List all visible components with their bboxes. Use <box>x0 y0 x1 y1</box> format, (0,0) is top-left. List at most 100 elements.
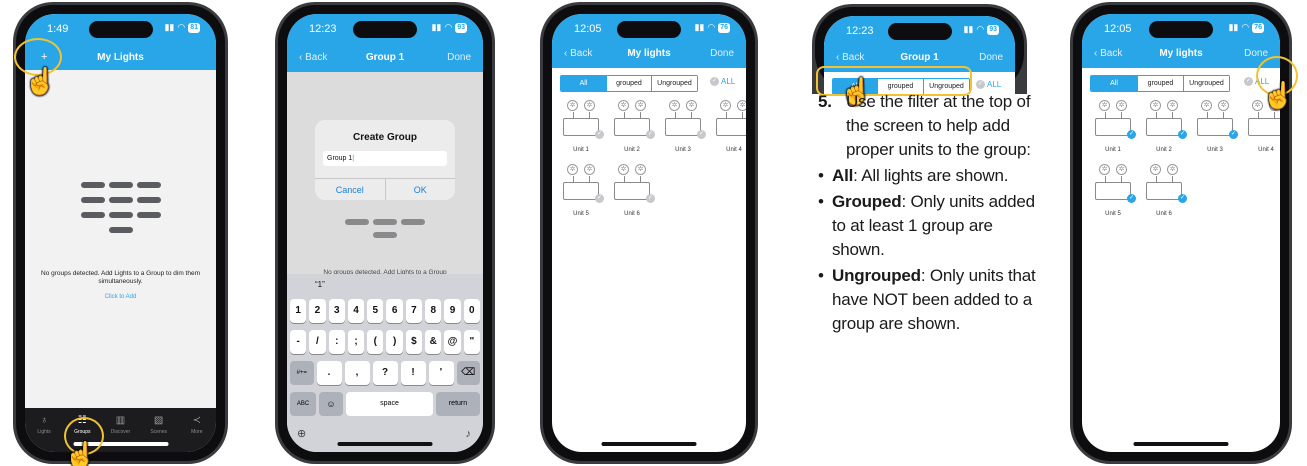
unit-card[interactable]: ✲ ✲ ✓ Unit 1 <box>560 100 610 158</box>
unit-icon <box>563 112 599 136</box>
done-button[interactable]: Done <box>710 48 734 59</box>
check-icon[interactable]: ✓ <box>595 194 604 203</box>
phone-my-lights-all: 12:05 ▮▮ ◠ 76 ‹ Back My lights Done All gr… <box>540 2 758 464</box>
unit-icon <box>563 176 599 200</box>
cancel-button[interactable]: Cancel <box>315 179 386 200</box>
select-all-toggle[interactable]: ✓ ALL <box>710 77 735 86</box>
keyboard-suggestion[interactable]: “1” <box>287 274 483 296</box>
keyboard-key[interactable]: ! <box>400 361 426 385</box>
bulb-icons: ✲ ✲ <box>669 100 697 111</box>
symbols-key[interactable]: #+= <box>290 361 314 385</box>
unit-card[interactable]: ✲ ✲ ✓ Unit 6 <box>611 164 661 222</box>
unit-label: Unit 3 <box>1207 147 1223 153</box>
status-icons: ▮▮ ◠ 81 <box>164 22 200 33</box>
select-all-toggle[interactable]: ✓ ALL <box>976 80 1001 89</box>
bulb-icon: ✲ <box>1218 100 1229 111</box>
keyboard-key[interactable]: / <box>309 330 326 354</box>
abc-key[interactable]: ABC <box>290 392 316 416</box>
bulb-icons: ✲ ✲ <box>567 164 595 175</box>
list-item: All: All lights are shown. <box>818 164 1048 188</box>
ok-button[interactable]: OK <box>386 179 456 200</box>
keyboard-key[interactable]: 5 <box>367 299 384 323</box>
unit-card[interactable]: ✲ ✲ ✓ Unit 2 <box>1143 100 1193 158</box>
keyboard-key[interactable]: " <box>463 330 480 354</box>
unit-card[interactable]: ✲ ✲ ✓ Unit 6 <box>1143 164 1193 222</box>
keyboard-key[interactable]: ( <box>367 330 384 354</box>
group-name-input[interactable]: Group 1| <box>323 151 447 166</box>
battery-icon: 93 <box>987 24 999 35</box>
status-icons: ▮▮ ◠ 76 <box>1228 22 1264 33</box>
tab-scenes[interactable]: ▧ Scenes <box>141 416 177 452</box>
keyboard-key[interactable]: 0 <box>463 299 480 323</box>
keyboard-key[interactable]: 4 <box>347 299 365 323</box>
done-button[interactable]: Done <box>1244 48 1268 59</box>
dynamic-island <box>88 21 153 38</box>
tab-discover[interactable]: ▥ Discover <box>102 416 138 452</box>
unit-card[interactable]: ✲ ✲ ✓ Unit 2 <box>611 100 661 158</box>
delete-key[interactable]: ⌫ <box>456 361 480 385</box>
unit-card[interactable]: ✲ ✲ ✓ Unit 5 <box>1092 164 1142 222</box>
unit-card[interactable]: ✲ ✲ ✓ Unit 5 <box>560 164 610 222</box>
keyboard-key[interactable]: : <box>328 330 345 354</box>
keyboard-key[interactable]: 2 <box>309 299 326 323</box>
filter-grouped[interactable]: grouped <box>606 76 651 91</box>
unit-card[interactable]: ✲ ✲ ✓ Unit 3 <box>662 100 712 158</box>
keyboard-key[interactable]: ; <box>347 330 365 354</box>
return-key[interactable]: return <box>436 392 480 416</box>
bulb-icon: ✲ <box>1116 100 1127 111</box>
keyboard-key[interactable]: ? <box>372 361 398 385</box>
check-icon[interactable]: ✓ <box>1127 194 1136 203</box>
filter-ungrouped[interactable]: Ungrouped <box>651 76 697 91</box>
keyboard-key[interactable]: 6 <box>386 299 403 323</box>
unit-card[interactable]: ✲✲✓Unit 4 <box>713 100 746 158</box>
keyboard-key[interactable]: 7 <box>405 299 423 323</box>
keyboard-key[interactable]: ' <box>428 361 454 385</box>
keyboard-key[interactable]: , <box>344 361 370 385</box>
microphone-icon[interactable]: ♪ <box>466 428 472 440</box>
unit-label: Unit 2 <box>1156 147 1172 153</box>
unit-icon <box>665 112 701 136</box>
keyboard-key[interactable]: 8 <box>425 299 442 323</box>
keyboard-key[interactable]: & <box>425 330 442 354</box>
unit-card[interactable]: ✲ ✲ ✓ Unit 1 <box>1092 100 1142 158</box>
filter-ungrouped[interactable]: Ungrouped <box>1183 76 1229 91</box>
list-item: Grouped: Only units added to at least 1 … <box>818 190 1048 262</box>
keyboard-key[interactable]: 9 <box>444 299 461 323</box>
filter-options-list: All: All lights are shown. Grouped: Only… <box>818 164 1048 336</box>
keyboard-key[interactable]: 1 <box>290 299 307 323</box>
filter-grouped[interactable]: grouped <box>1137 76 1183 91</box>
check-icon[interactable]: ✓ <box>1127 130 1136 139</box>
keyboard-key[interactable]: @ <box>444 330 461 354</box>
keyboard-key[interactable]: - <box>290 330 307 354</box>
filter-all[interactable]: All <box>1091 76 1137 91</box>
check-icon[interactable]: ✓ <box>1229 130 1238 139</box>
bulb-icons: ✲ ✲ <box>1099 164 1127 175</box>
emoji-icon[interactable]: ☺ <box>319 392 343 416</box>
unit-card[interactable]: ✲ ✲ ✓ Unit 3 <box>1194 100 1244 158</box>
check-icon[interactable]: ✓ <box>595 130 604 139</box>
space-key[interactable]: space <box>346 392 433 416</box>
keyboard-key[interactable]: . <box>316 361 342 385</box>
keyboard-key[interactable]: 3 <box>328 299 345 323</box>
check-icon[interactable]: ✓ <box>1178 194 1187 203</box>
tab-more[interactable]: ≺ More <box>179 416 215 452</box>
done-button[interactable]: Done <box>447 52 471 63</box>
check-icon[interactable]: ✓ <box>1178 130 1187 139</box>
keyboard-key[interactable]: ) <box>386 330 403 354</box>
check-icon[interactable]: ✓ <box>646 194 655 203</box>
keyboard-key[interactable]: $ <box>405 330 423 354</box>
filter-all[interactable]: All <box>561 76 606 91</box>
click-to-add-link[interactable]: Click to Add <box>25 294 216 300</box>
check-icon[interactable]: ✓ <box>646 130 655 139</box>
tab-lights[interactable]: ♁ Lights <box>26 416 62 452</box>
globe-icon[interactable]: ⊕ <box>297 427 306 440</box>
check-icon[interactable]: ✓ <box>697 130 706 139</box>
battery-icon: 76 <box>1252 22 1264 33</box>
bulb-icon: ✲ <box>669 100 680 111</box>
unit-icon <box>1146 176 1182 200</box>
done-button[interactable]: Done <box>979 52 1003 63</box>
bulb-icons: ✲ ✲ <box>720 100 746 111</box>
status-time: 12:23 <box>846 25 874 37</box>
create-group-dialog: Create Group Group 1| Cancel OK <box>315 120 455 200</box>
unit-label: Unit 5 <box>573 211 589 217</box>
